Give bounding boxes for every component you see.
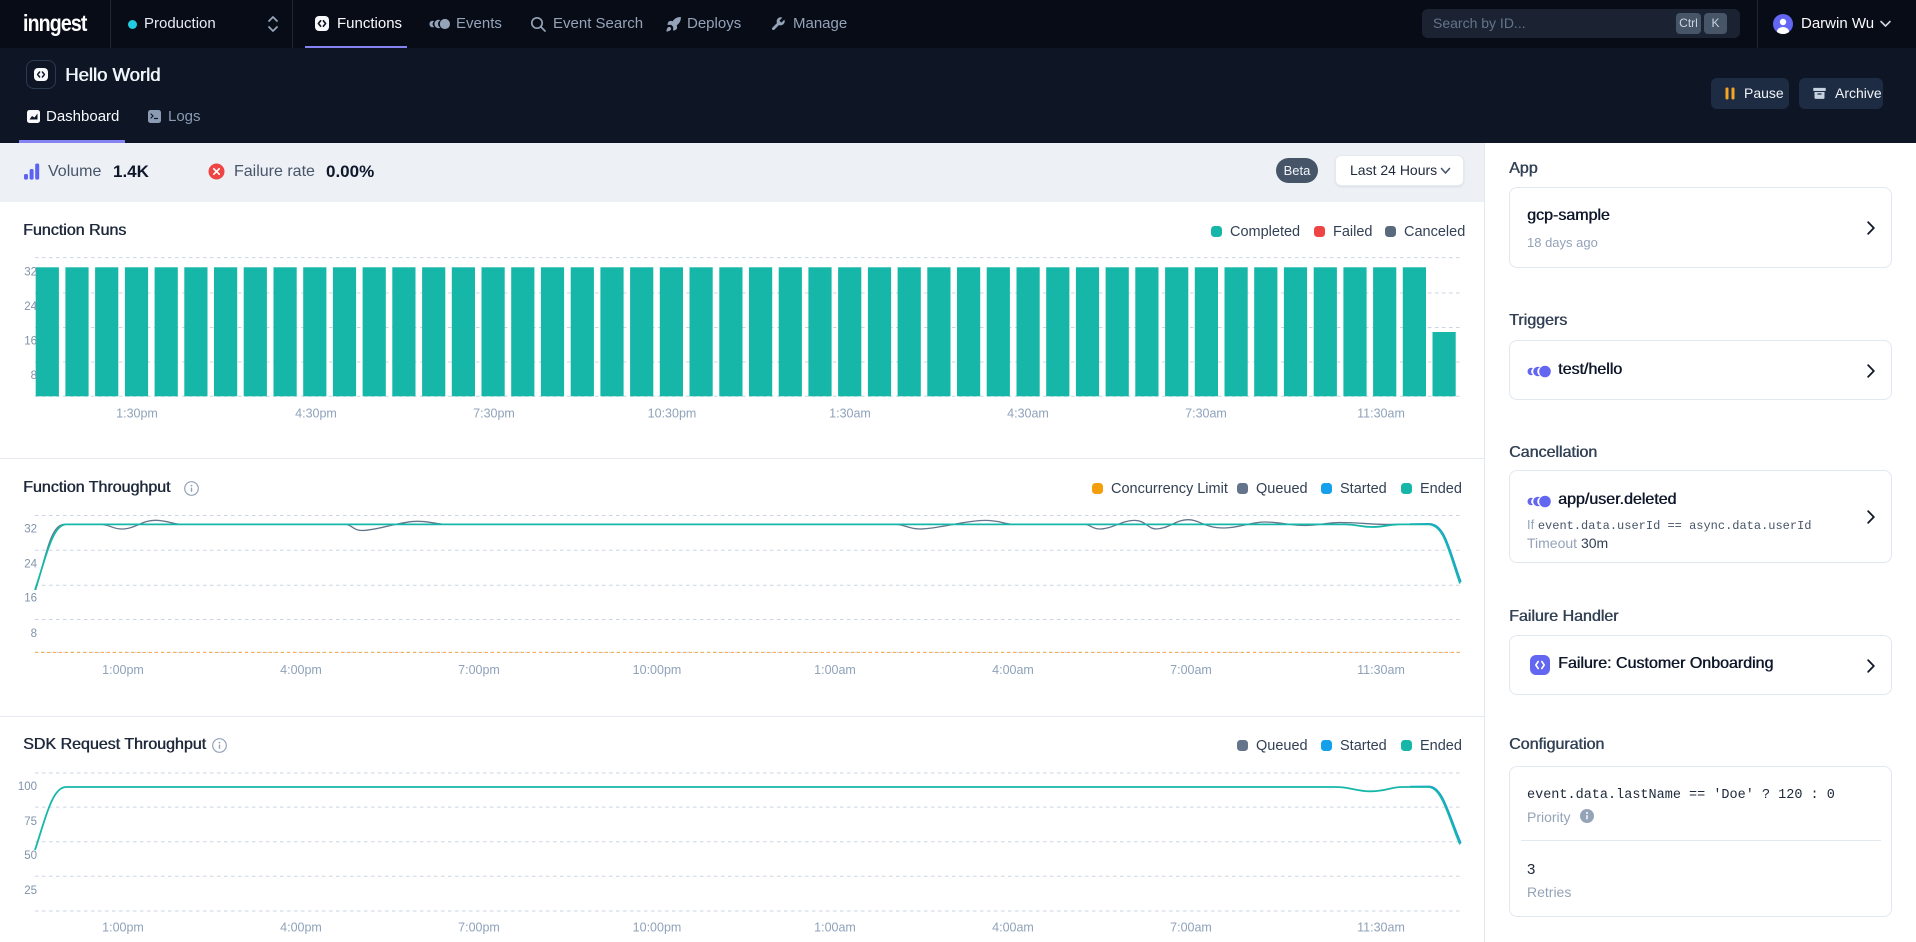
svg-text:75: 75 [24,816,37,828]
svg-text:8: 8 [31,370,37,382]
svg-text:32: 32 [24,524,37,536]
svg-text:7:00pm: 7:00pm [458,920,500,934]
svg-text:4:00am: 4:00am [992,663,1034,677]
svg-text:1:00am: 1:00am [814,663,856,677]
svg-text:4:00am: 4:00am [992,920,1034,934]
svg-text:1:30pm: 1:30pm [116,407,158,421]
svg-text:8: 8 [31,628,37,640]
svg-text:1:30am: 1:30am [829,407,871,421]
svg-text:11:30am: 11:30am [1357,920,1405,934]
svg-text:16: 16 [24,593,37,605]
svg-text:7:30pm: 7:30pm [473,407,515,421]
svg-text:16: 16 [24,336,37,348]
svg-text:4:00pm: 4:00pm [280,663,322,677]
svg-text:50: 50 [24,850,37,862]
svg-text:11:30am: 11:30am [1357,407,1405,421]
svg-text:100: 100 [18,781,37,793]
svg-text:1:00pm: 1:00pm [102,920,144,934]
svg-text:24: 24 [24,559,37,571]
svg-text:4:00pm: 4:00pm [280,920,322,934]
svg-text:11:30am: 11:30am [1357,663,1405,677]
svg-text:4:30pm: 4:30pm [295,407,337,421]
svg-text:4:30am: 4:30am [1007,407,1049,421]
svg-text:25: 25 [24,885,37,897]
svg-text:7:00am: 7:00am [1170,663,1212,677]
svg-text:24: 24 [24,301,37,313]
svg-text:1:00pm: 1:00pm [102,663,144,677]
svg-text:32: 32 [24,267,37,279]
svg-text:7:00am: 7:00am [1170,920,1212,934]
svg-text:7:00pm: 7:00pm [458,663,500,677]
svg-text:10:00pm: 10:00pm [633,920,682,934]
svg-text:1:00am: 1:00am [814,920,856,934]
svg-text:10:00pm: 10:00pm [633,663,682,677]
svg-text:7:30am: 7:30am [1185,407,1227,421]
svg-text:10:30pm: 10:30pm [648,407,697,421]
